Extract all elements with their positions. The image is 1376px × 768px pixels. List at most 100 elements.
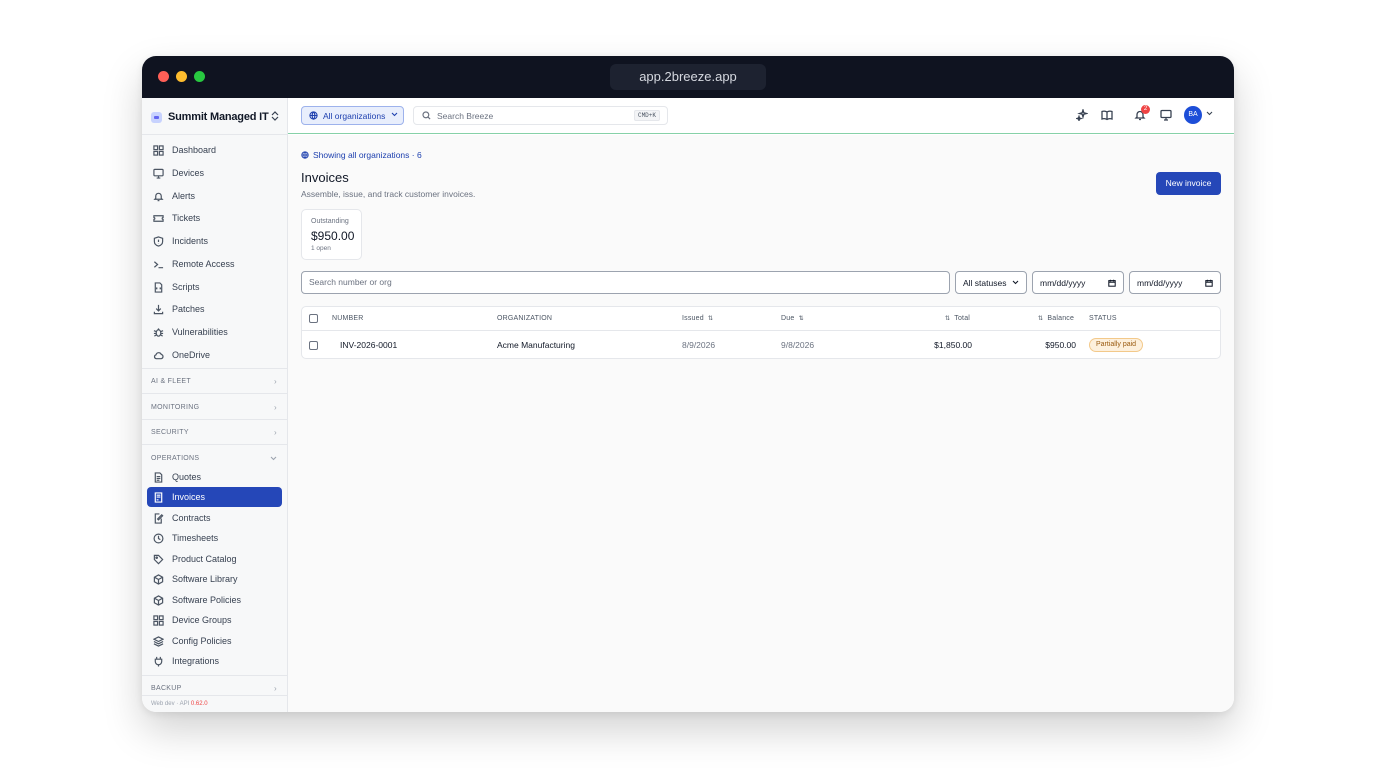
- divider: [142, 368, 288, 369]
- date-from-input[interactable]: mm/dd/yyyy: [1032, 271, 1124, 294]
- sidebar-item-patches[interactable]: Patches: [147, 299, 282, 319]
- calendar-icon[interactable]: [1108, 279, 1116, 287]
- invoice-search-input[interactable]: Search number or org: [301, 271, 950, 294]
- chevron-down-icon: [1012, 278, 1019, 287]
- sidebar-item-remote-access[interactable]: Remote Access: [147, 254, 282, 274]
- sidebar-item-dashboard[interactable]: Dashboard: [147, 140, 282, 160]
- user-avatar[interactable]: BA: [1184, 106, 1202, 124]
- sidebar-item-software-library[interactable]: Software Library: [147, 569, 282, 589]
- header-balance[interactable]: ⇅ Balance: [1038, 307, 1074, 331]
- globe-icon: [301, 151, 309, 159]
- header-number[interactable]: NUMBER: [332, 307, 364, 331]
- sidebar-item-label: Vulnerabilities: [172, 327, 228, 337]
- sidebar-item-device-groups[interactable]: Device Groups: [147, 610, 282, 630]
- header-issued-label: Issued: [682, 315, 704, 322]
- sidebar-item-devices[interactable]: Devices: [147, 163, 282, 183]
- chevron-down-icon[interactable]: [1206, 109, 1213, 118]
- header-balance-label: Balance: [1047, 315, 1075, 322]
- header-total[interactable]: ⇅ Total: [945, 307, 970, 331]
- org-switcher[interactable]: Summit Managed IT: [151, 109, 279, 125]
- section-operations[interactable]: OPERATIONS: [151, 451, 277, 465]
- sidebar-item-tickets[interactable]: Tickets: [147, 208, 282, 228]
- sidebar-item-label: Product Catalog: [172, 554, 237, 564]
- organization-selector[interactable]: All organizations: [301, 106, 404, 125]
- sidebar-item-alerts[interactable]: Alerts: [147, 186, 282, 206]
- status-filter-select[interactable]: All statuses: [955, 271, 1027, 294]
- organization-scope-link[interactable]: Showing all organizations · 6: [301, 150, 422, 160]
- divider: [142, 419, 288, 420]
- invoice-balance: $950.00: [1045, 340, 1076, 350]
- page-subtitle: Assemble, issue, and track customer invo…: [301, 189, 476, 199]
- sidebar-item-label: Timesheets: [172, 533, 219, 543]
- invoices-table: NUMBER ORGANIZATION Issued ⇅ Due ⇅ ⇅ Tot…: [301, 306, 1221, 359]
- section-label: OPERATIONS: [151, 454, 200, 462]
- search-icon: [422, 111, 431, 120]
- section-label: BACKUP: [151, 684, 182, 692]
- divider: [142, 695, 288, 696]
- sidebar-item-label: Patches: [172, 304, 205, 314]
- header-issued[interactable]: Issued ⇅: [682, 307, 713, 331]
- document-icon: [153, 471, 164, 483]
- sidebar-item-software-policies[interactable]: Software Policies: [147, 590, 282, 610]
- invoice-number[interactable]: INV-2026-0001: [340, 331, 397, 358]
- globe-icon: [309, 111, 318, 120]
- chevron-right-icon: ›: [274, 683, 277, 693]
- invoice-total: $1,850.00: [934, 340, 972, 350]
- section-security[interactable]: SECURITY ›: [151, 425, 277, 439]
- date-from-placeholder: mm/dd/yyyy: [1040, 277, 1086, 288]
- date-to-input[interactable]: mm/dd/yyyy: [1129, 271, 1221, 294]
- grid-icon: [153, 614, 164, 626]
- sidebar-item-integrations[interactable]: Integrations: [147, 651, 282, 671]
- monitor-icon: [153, 168, 164, 179]
- sidebar-item-incidents[interactable]: Incidents: [147, 231, 282, 251]
- sidebar-item-scripts[interactable]: Scripts: [147, 277, 282, 297]
- chevrons-updown-icon: [271, 111, 279, 123]
- sidebar-item-onedrive[interactable]: OneDrive: [147, 345, 282, 365]
- monitor-icon[interactable]: [1159, 108, 1173, 122]
- header-due-label: Due: [781, 315, 795, 322]
- sidebar-item-vulnerabilities[interactable]: Vulnerabilities: [147, 322, 282, 342]
- sidebar-item-label: Remote Access: [172, 259, 235, 269]
- calendar-icon[interactable]: [1205, 279, 1213, 287]
- section-ai-fleet[interactable]: AI & FLEET ›: [151, 374, 277, 388]
- bug-icon: [153, 327, 164, 338]
- table-row[interactable]: INV-2026-0001 Acme Manufacturing 8/9/202…: [302, 331, 1220, 358]
- notifications-bell-icon[interactable]: 2: [1133, 105, 1150, 122]
- minimize-window-button[interactable]: [176, 71, 187, 82]
- header-organization[interactable]: ORGANIZATION: [497, 307, 552, 331]
- brand-name: Summit Managed IT: [168, 111, 269, 123]
- invoice-due-date: 9/8/2026: [781, 340, 815, 350]
- header-total-label: Total: [954, 315, 971, 322]
- maximize-window-button[interactable]: [194, 71, 205, 82]
- global-search-input[interactable]: Search Breeze CMD+K: [413, 106, 668, 125]
- url-bar[interactable]: app.2breeze.app: [610, 64, 766, 90]
- sidebar-item-quotes[interactable]: Quotes: [147, 467, 282, 487]
- header-status[interactable]: STATUS: [1089, 307, 1117, 331]
- book-icon[interactable]: [1100, 108, 1114, 122]
- layers-icon: [153, 635, 164, 647]
- sidebar-item-timesheets[interactable]: Timesheets: [147, 528, 282, 548]
- close-window-button[interactable]: [158, 71, 169, 82]
- row-checkbox[interactable]: [309, 341, 318, 350]
- sidebar-item-label: Integrations: [172, 656, 220, 666]
- section-backup[interactable]: BACKUP ›: [151, 681, 277, 695]
- sidebar-item-label: Dashboard: [172, 145, 217, 155]
- ai-sparkles-icon[interactable]: [1075, 108, 1089, 122]
- chevron-right-icon: ›: [274, 402, 277, 412]
- sidebar-item-config-policies[interactable]: Config Policies: [147, 631, 282, 651]
- organization-selector-value: All organizations: [323, 110, 386, 121]
- sidebar-item-contracts[interactable]: Contracts: [147, 508, 282, 528]
- select-all-checkbox[interactable]: [309, 314, 318, 323]
- package-icon: [153, 594, 164, 606]
- sidebar-item-label: Invoices: [172, 492, 206, 502]
- new-invoice-button[interactable]: New invoice: [1156, 172, 1221, 195]
- cloud-icon: [153, 350, 164, 361]
- stat-label: Outstanding: [311, 218, 349, 225]
- grid-icon: [153, 144, 164, 156]
- bell-icon: [153, 191, 164, 202]
- sidebar-item-label: Devices: [172, 168, 205, 178]
- header-due[interactable]: Due ⇅: [781, 307, 804, 331]
- sidebar-item-product-catalog[interactable]: Product Catalog: [147, 549, 282, 569]
- section-monitoring[interactable]: MONITORING ›: [151, 400, 277, 414]
- sidebar-item-invoices[interactable]: Invoices: [147, 487, 282, 507]
